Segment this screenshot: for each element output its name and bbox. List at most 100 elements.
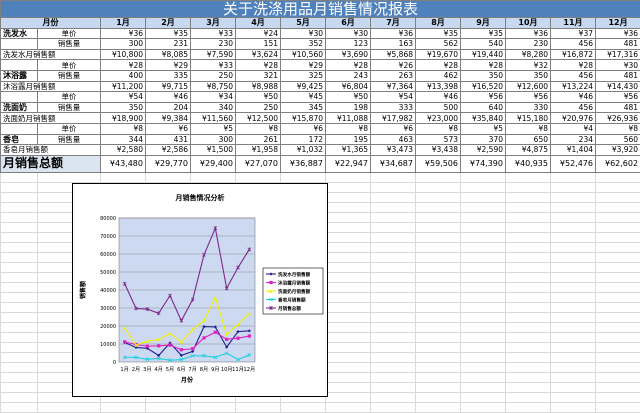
empty-cell[interactable]	[1, 282, 38, 292]
empty-cell[interactable]	[371, 262, 416, 272]
empty-cell[interactable]	[326, 352, 371, 362]
value-cell[interactable]: ¥35,840	[461, 113, 506, 124]
value-cell[interactable]: ¥5	[191, 123, 236, 134]
value-cell[interactable]: 333	[371, 102, 416, 113]
empty-cell[interactable]	[551, 182, 596, 192]
empty-cell[interactable]	[1, 362, 38, 372]
value-cell[interactable]: 300	[101, 39, 146, 50]
value-cell[interactable]: ¥13,398	[416, 81, 461, 92]
value-cell[interactable]: ¥8	[236, 123, 281, 134]
header-month[interactable]: 2月	[146, 18, 191, 29]
row-label[interactable]: 香皂月销售额	[1, 145, 101, 156]
empty-cell[interactable]	[1, 222, 38, 232]
empty-cell[interactable]	[1, 172, 38, 182]
empty-cell[interactable]	[326, 262, 371, 272]
value-cell[interactable]: ¥15,870	[281, 113, 326, 124]
category-cell[interactable]: 沐浴露	[1, 70, 38, 81]
empty-cell[interactable]	[551, 352, 596, 362]
empty-cell[interactable]	[1, 232, 38, 242]
empty-cell[interactable]	[416, 272, 461, 282]
value-cell[interactable]: ¥34	[191, 92, 236, 103]
value-cell[interactable]: 350	[461, 70, 506, 81]
empty-cell[interactable]	[596, 202, 640, 212]
category-cell[interactable]: 洗面奶	[1, 102, 38, 113]
empty-cell[interactable]	[1, 272, 38, 282]
empty-cell[interactable]	[416, 252, 461, 262]
value-cell[interactable]: ¥35	[461, 28, 506, 39]
empty-cell[interactable]	[326, 192, 371, 202]
empty-cell[interactable]	[416, 342, 461, 352]
empty-cell[interactable]	[596, 352, 640, 362]
value-cell[interactable]: ¥33	[191, 60, 236, 71]
value-cell[interactable]: 151	[236, 39, 281, 50]
empty-cell[interactable]	[506, 242, 551, 252]
total-value-cell[interactable]: ¥36,887	[281, 155, 326, 172]
value-cell[interactable]: ¥20,976	[551, 113, 596, 124]
value-cell[interactable]: 204	[146, 102, 191, 113]
value-cell[interactable]: ¥6	[146, 123, 191, 134]
empty-cell[interactable]	[371, 202, 416, 212]
value-cell[interactable]: ¥3,920	[596, 145, 640, 156]
value-cell[interactable]: 350	[101, 102, 146, 113]
empty-cell[interactable]	[461, 292, 506, 302]
empty-cell[interactable]	[596, 342, 640, 352]
empty-cell[interactable]	[551, 322, 596, 332]
empty-cell[interactable]	[326, 182, 371, 192]
empty-cell[interactable]	[371, 222, 416, 232]
empty-cell[interactable]	[1, 392, 38, 402]
row-label[interactable]: 单价	[38, 92, 101, 103]
empty-cell[interactable]	[506, 332, 551, 342]
empty-cell[interactable]	[596, 322, 640, 332]
empty-cell[interactable]	[38, 402, 101, 412]
empty-cell[interactable]	[416, 392, 461, 402]
empty-cell[interactable]	[596, 262, 640, 272]
empty-cell[interactable]	[461, 172, 506, 182]
empty-cell[interactable]	[596, 232, 640, 242]
value-cell[interactable]: ¥6,804	[326, 81, 371, 92]
empty-cell[interactable]	[551, 212, 596, 222]
empty-cell[interactable]	[326, 342, 371, 352]
empty-cell[interactable]	[371, 302, 416, 312]
value-cell[interactable]: ¥1,032	[281, 145, 326, 156]
value-cell[interactable]: 370	[461, 134, 506, 145]
total-value-cell[interactable]: ¥62,602	[596, 155, 640, 172]
value-cell[interactable]: ¥50	[326, 92, 371, 103]
value-cell[interactable]: ¥10,800	[101, 49, 146, 60]
empty-cell[interactable]	[371, 272, 416, 282]
empty-cell[interactable]	[506, 172, 551, 182]
empty-cell[interactable]	[1, 312, 38, 322]
value-cell[interactable]: ¥17,316	[596, 49, 640, 60]
empty-cell[interactable]	[326, 172, 371, 182]
value-cell[interactable]: ¥1,365	[326, 145, 371, 156]
empty-cell[interactable]	[461, 262, 506, 272]
empty-cell[interactable]	[596, 212, 640, 222]
row-label[interactable]: 销售量	[38, 39, 101, 50]
empty-cell[interactable]	[551, 222, 596, 232]
value-cell[interactable]: ¥19,440	[461, 49, 506, 60]
empty-cell[interactable]	[506, 402, 551, 412]
value-cell[interactable]: ¥35	[146, 28, 191, 39]
empty-cell[interactable]	[1, 372, 38, 382]
empty-cell[interactable]	[416, 402, 461, 412]
empty-cell[interactable]	[596, 182, 640, 192]
value-cell[interactable]: 400	[101, 70, 146, 81]
report-title[interactable]: 关于洗涤用品月销售情况报表	[1, 1, 640, 18]
empty-cell[interactable]	[461, 362, 506, 372]
empty-cell[interactable]	[461, 252, 506, 262]
value-cell[interactable]: ¥8,280	[506, 49, 551, 60]
empty-cell[interactable]	[416, 382, 461, 392]
value-cell[interactable]: ¥28	[101, 60, 146, 71]
empty-cell[interactable]	[596, 292, 640, 302]
empty-cell[interactable]	[371, 172, 416, 182]
empty-cell[interactable]	[326, 282, 371, 292]
value-cell[interactable]: ¥15,180	[506, 113, 551, 124]
empty-cell[interactable]	[551, 332, 596, 342]
value-cell[interactable]: ¥50	[236, 92, 281, 103]
empty-cell[interactable]	[146, 172, 191, 182]
value-cell[interactable]: 340	[191, 102, 236, 113]
empty-cell[interactable]	[506, 202, 551, 212]
total-value-cell[interactable]: ¥22,947	[326, 155, 371, 172]
header-month[interactable]: 10月	[506, 18, 551, 29]
value-cell[interactable]: ¥1,404	[551, 145, 596, 156]
empty-cell[interactable]	[461, 402, 506, 412]
